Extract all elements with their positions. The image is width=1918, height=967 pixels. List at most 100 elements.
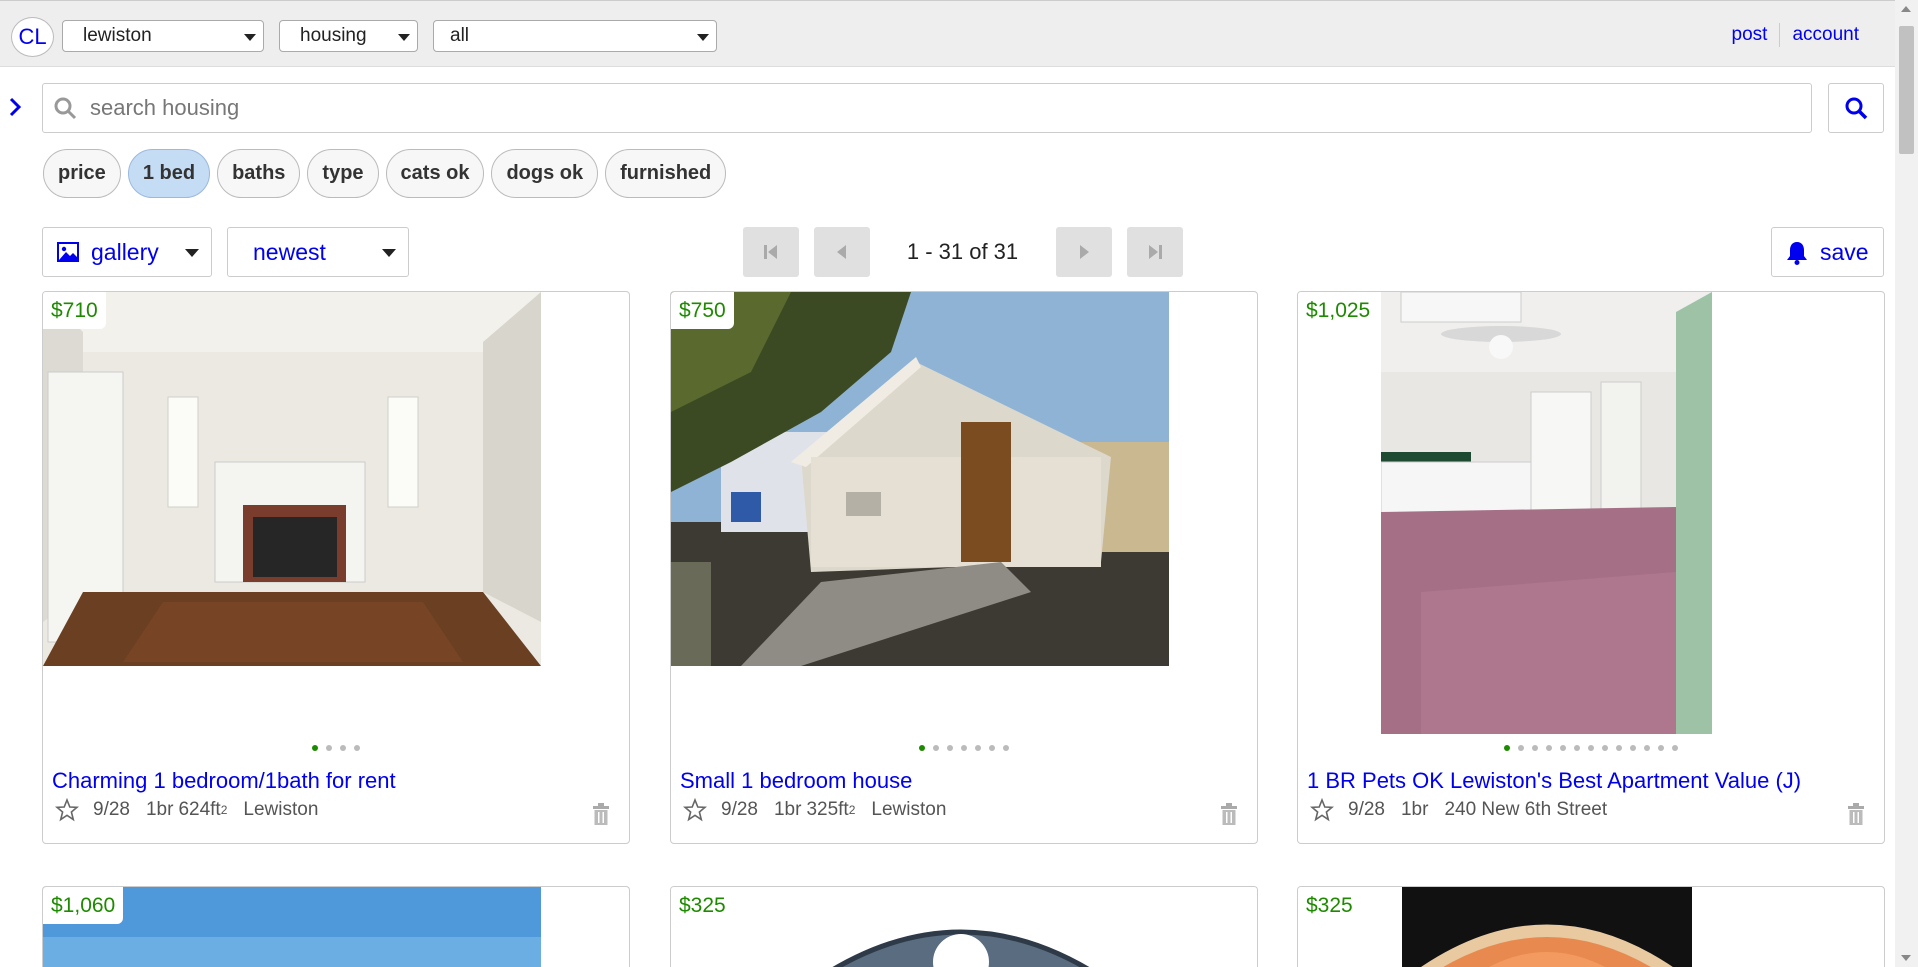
subcategory-select[interactable]: all <box>433 20 717 52</box>
filter-price[interactable]: price <box>43 149 121 198</box>
carousel-dot[interactable] <box>1672 745 1678 751</box>
bell-icon <box>1787 242 1807 265</box>
account-link[interactable]: account <box>1792 24 1859 45</box>
listing-title[interactable]: Small 1 bedroom house <box>680 768 912 794</box>
search-input[interactable] <box>90 92 1790 124</box>
carousel-dot[interactable] <box>1504 745 1510 751</box>
top-bar: CL lewiston housing all post account <box>0 0 1895 67</box>
next-page-button[interactable] <box>1056 227 1112 277</box>
carousel-dot[interactable] <box>1644 745 1650 751</box>
carousel-dot[interactable] <box>1616 745 1622 751</box>
carousel-dot[interactable] <box>989 745 995 751</box>
listing-card[interactable]: $325 <box>670 886 1258 967</box>
location-select[interactable]: lewiston <box>62 20 264 52</box>
carousel-dot[interactable] <box>1588 745 1594 751</box>
listing-card[interactable]: $325 <box>1297 886 1885 967</box>
chevron-down-icon <box>697 34 709 41</box>
carousel-dot[interactable] <box>961 745 967 751</box>
view-mode-select[interactable]: gallery <box>42 227 212 277</box>
filter-furnished[interactable]: furnished <box>605 149 727 198</box>
filter-dogs-ok[interactable]: dogs ok <box>491 149 599 198</box>
listing-photo[interactable] <box>43 292 541 666</box>
listing-card[interactable]: $1,060 <box>42 886 630 967</box>
listing-meta: 9/28 1br 624ft 2 Lewiston <box>55 798 318 822</box>
listing-location: Lewiston <box>871 799 947 820</box>
carousel-dot[interactable] <box>975 745 981 751</box>
listing-date: 9/28 <box>721 799 758 820</box>
search-button[interactable] <box>1828 83 1884 133</box>
listing-photo[interactable] <box>1381 292 1712 734</box>
filter-baths[interactable]: baths <box>217 149 301 198</box>
last-page-button[interactable] <box>1127 227 1183 277</box>
carousel-dot[interactable] <box>1003 745 1009 751</box>
location-select-value: lewiston <box>83 25 152 46</box>
listing-title[interactable]: 1 BR Pets OK Lewiston's Best Apartment V… <box>1307 768 1801 794</box>
carousel-dot[interactable] <box>1602 745 1608 751</box>
carousel-dot[interactable] <box>1546 745 1552 751</box>
carousel-dot[interactable] <box>933 745 939 751</box>
carousel-dot[interactable] <box>919 745 925 751</box>
carousel-dot[interactable] <box>1560 745 1566 751</box>
listing-price: $1,060 <box>43 887 124 924</box>
listing-title[interactable]: Charming 1 bedroom/1bath for rent <box>52 768 396 794</box>
save-search-button[interactable]: save <box>1771 227 1884 277</box>
listing-photo[interactable] <box>671 292 1169 666</box>
first-page-button[interactable] <box>743 227 799 277</box>
listing-size: 624ft <box>178 799 221 820</box>
previous-page-button[interactable] <box>814 227 870 277</box>
listing-card[interactable]: $710 Charming 1 bedroom/1bath for rent 9… <box>42 291 630 844</box>
carousel-dot[interactable] <box>1532 745 1538 751</box>
listing-photo[interactable] <box>1402 887 1692 967</box>
listing-price: $325 <box>1298 887 1361 924</box>
trash-icon[interactable] <box>591 802 611 826</box>
photo-carousel-dots[interactable] <box>1298 742 1884 752</box>
carousel-dot[interactable] <box>1574 745 1580 751</box>
scrollbar-thumb[interactable] <box>1899 26 1914 154</box>
photo-carousel-dots[interactable] <box>671 742 1257 752</box>
listing-card[interactable]: $1,025 1 BR Pets OK Lewiston's Best Apar… <box>1297 291 1885 844</box>
carousel-dot[interactable] <box>1518 745 1524 751</box>
photo-carousel-dots[interactable] <box>43 742 629 752</box>
chevron-down-icon <box>398 34 410 41</box>
favorite-star-icon[interactable] <box>55 798 79 822</box>
filter-bedrooms[interactable]: 1 bed <box>127 149 211 198</box>
carousel-dot[interactable] <box>1658 745 1664 751</box>
gallery-icon <box>57 242 79 262</box>
post-link[interactable]: post <box>1732 24 1768 45</box>
listing-card[interactable]: $750 Small 1 bedroom house 9/28 1br 325f… <box>670 291 1258 844</box>
search-icon <box>1845 97 1868 120</box>
carousel-dot[interactable] <box>340 745 346 751</box>
first-page-icon <box>764 245 777 259</box>
listing-size-unit: 2 <box>848 803 856 817</box>
filter-cats-ok[interactable]: cats ok <box>385 149 485 198</box>
listing-photo[interactable] <box>671 887 1257 967</box>
carousel-dot[interactable] <box>1630 745 1636 751</box>
trash-icon[interactable] <box>1219 802 1239 826</box>
trash-icon[interactable] <box>1846 802 1866 826</box>
filter-type[interactable]: type <box>307 149 379 198</box>
listing-price: $750 <box>671 292 734 329</box>
favorite-star-icon[interactable] <box>1310 798 1334 822</box>
carousel-dot[interactable] <box>312 745 318 751</box>
previous-page-icon <box>837 245 846 259</box>
sort-select[interactable]: newest <box>227 227 409 277</box>
favorite-star-icon[interactable] <box>683 798 707 822</box>
scrollbar[interactable] <box>1895 0 1918 967</box>
craigslist-logo[interactable]: CL <box>11 17 54 57</box>
carousel-dot[interactable] <box>947 745 953 751</box>
listing-meta: 9/28 1br 325ft 2 Lewiston <box>683 798 946 822</box>
listing-price: $710 <box>43 292 106 329</box>
carousel-dot[interactable] <box>354 745 360 751</box>
listing-date: 9/28 <box>1348 799 1385 820</box>
search-field[interactable] <box>42 83 1812 133</box>
carousel-dot[interactable] <box>326 745 332 751</box>
next-page-icon <box>1080 245 1089 259</box>
category-select[interactable]: housing <box>279 20 418 52</box>
last-page-icon <box>1149 245 1162 259</box>
scroll-up-arrow-icon[interactable] <box>1901 6 1911 12</box>
scroll-down-arrow-icon[interactable] <box>1901 955 1911 961</box>
chevron-right-icon[interactable] <box>8 95 24 119</box>
top-links: post account <box>1732 23 1859 47</box>
listing-size: 325ft <box>806 799 849 820</box>
save-label: save <box>1820 239 1869 265</box>
